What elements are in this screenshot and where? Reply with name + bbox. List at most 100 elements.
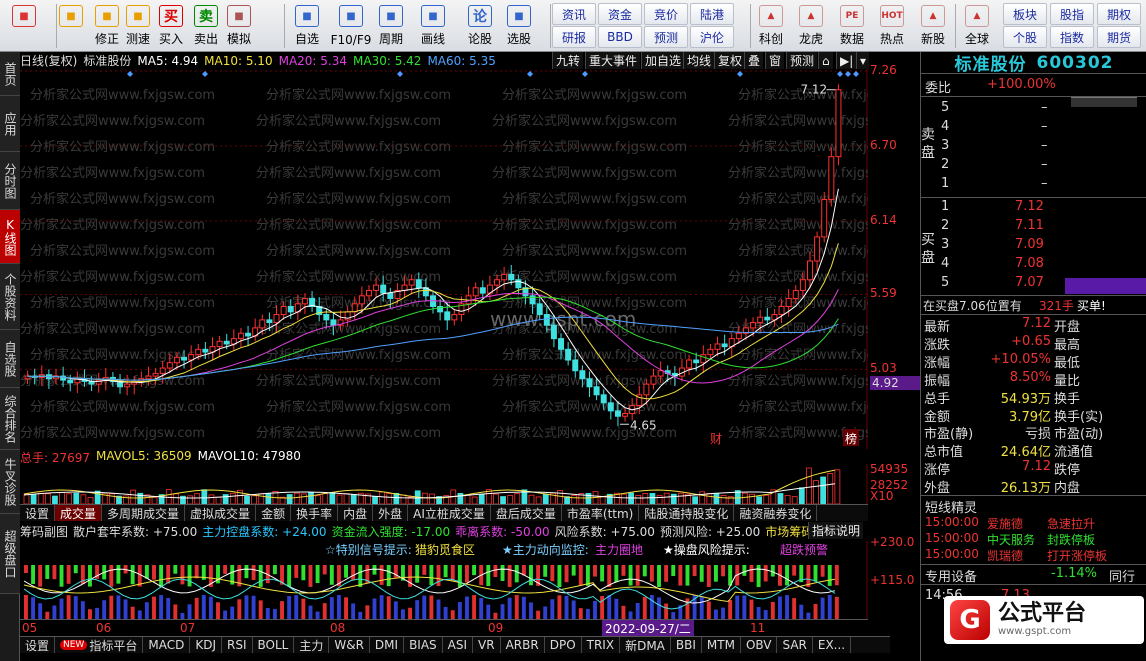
chart-expand-icon[interactable]: ⌂ [818,52,833,69]
left-tab-4[interactable]: 个股资料 [0,264,20,330]
indicator-tab-11[interactable]: VR [473,637,501,653]
toolbar-market-button[interactable]: 板块 [1003,3,1047,25]
toolbar-button-star[interactable]: ■ 自选 [290,2,324,50]
volume-tab-10[interactable]: 市盈率(ttm) [562,505,640,521]
toolbar-small-button[interactable]: 竞价 [644,3,688,25]
left-tab-8[interactable]: 超级盘口 [0,514,20,594]
toolbar-button-stopwatch[interactable]: ■ 测速 [121,2,155,50]
toolbar-market-button[interactable]: 期权 [1097,3,1141,25]
left-tab-1[interactable]: 应用 [0,96,20,152]
toolbar-button-back-arrow[interactable]: ■ [54,2,88,50]
chart-button[interactable]: 九转 [552,52,584,69]
volume-tab-4[interactable]: 金额 [256,505,292,521]
left-tab-6[interactable]: 综合排名 [0,388,20,450]
indicator-tab-1[interactable]: NEW 指标平台 [55,637,144,653]
indicator-tab-19[interactable]: SAR [777,637,813,653]
indicator-tab-14[interactable]: TRIX [582,637,621,653]
volume-tab-9[interactable]: 盘后成交量 [491,505,562,521]
toolbar-small-button[interactable]: 研报 [552,26,596,48]
toolbar-button-gauge[interactable]: ■ 选股 [502,2,536,50]
chart-button[interactable]: 叠 [744,52,764,69]
volume-total: 总手: 27697 [20,451,91,465]
volume-tab-3[interactable]: 虚拟成交量 [185,505,257,521]
chart-button[interactable]: 窗 [765,52,785,69]
volume-chart[interactable] [20,464,868,504]
left-tab-0[interactable]: 首页 [0,52,20,96]
indicator-tab-6[interactable]: 主力 [294,637,330,653]
toolbar-button-hammer[interactable]: ■ 模拟 [222,2,256,50]
toolbar-button-buy[interactable]: 买买入 [154,2,188,50]
toolbar-button-talk[interactable]: 论论股 [463,2,497,50]
volume-tab-1[interactable]: 成交量 [55,505,103,521]
toolbar-button-dragon[interactable]: ▲ 龙虎 [792,2,830,50]
indicator-tab-7[interactable]: W&R [329,637,370,653]
quote-label: 金额 [924,409,951,425]
chart-button[interactable]: 均线 [683,52,715,69]
toolbar-small-button[interactable]: 资讯 [552,3,596,25]
left-tab-2[interactable]: 分时图 [0,152,20,210]
volume-tab-7[interactable]: 外盘 [373,505,409,521]
indicator-tab-9[interactable]: BIAS [404,637,443,653]
volume-tab-12[interactable]: 融资融券变化 [734,505,818,521]
quote-panel: 标准股份 600302 委比 +100.00% 卖盘 5–4–3–2–1– 买盘 1 7.1… [920,52,1146,661]
indicator-tab-0[interactable]: 设置 [20,637,56,653]
volume-tab-5[interactable]: 换手率 [291,505,339,521]
indicator-tab-12[interactable]: ARBR [501,637,545,653]
industry-row[interactable]: 专用设备 -1.14% 同行 [921,566,1146,585]
indicator-tab-20[interactable]: EX... [813,637,852,653]
volume-tab-6[interactable]: 内盘 [338,505,374,521]
quote-label: 涨跌 [924,337,951,353]
short-line-item[interactable]: 15:00:00 凯瑞德 打开涨停板 [921,547,1146,564]
toolbar-small-button[interactable]: BBD [598,26,642,48]
toolbar-market-button[interactable]: 个股 [1003,26,1047,48]
period-label[interactable]: 日线(复权) [20,52,77,69]
volume-tab-2[interactable]: 多周期成交量 [102,505,186,521]
toolbar-market-button[interactable]: 期货 [1097,26,1141,48]
indicator-tab-15[interactable]: 新DMA [620,637,671,653]
indicator-tab-16[interactable]: BBI [671,637,702,653]
toolbar-button-grid[interactable]: ■ [4,2,44,50]
chart-button[interactable]: 加自选 [641,52,685,69]
indicator-tab-3[interactable]: KDJ [190,637,222,653]
indicator-explain-button[interactable]: 指标说明 [808,522,864,539]
indicator-tab-13[interactable]: DPO [545,637,582,653]
indicator-tab-10[interactable]: ASI [443,637,474,653]
left-tab-3[interactable]: K线图 [0,210,20,264]
short-line-item[interactable]: 15:00:00 中天服务 封跌停板 [921,531,1146,548]
toolbar-button-pe[interactable]: PE 数据 [833,2,871,50]
chart-dropdown-icon[interactable]: ▾ [856,52,870,69]
toolbar-small-button[interactable]: 预测 [644,26,688,48]
indicator-tab-18[interactable]: OBV [741,637,778,653]
kline-chart[interactable]: 分析家公式网www.fxjgsw.com 分析家公式网www.fxjgsw.com… [20,69,868,449]
toolbar-button-sell[interactable]: 卖卖出 [189,2,223,50]
left-tab-5[interactable]: 自选股 [0,330,20,388]
indicator-tab-2[interactable]: MACD [143,637,191,653]
volume-tab-11[interactable]: 陆股通持股变化 [639,505,735,521]
toolbar-button-pencil[interactable]: ■ 画线 [416,2,450,50]
chart-button[interactable]: 预测 [786,52,818,69]
chart-button[interactable]: 复权 [714,52,746,69]
indicator-tab-5[interactable]: BOLL [253,637,295,653]
toolbar-small-button[interactable]: 资金 [598,3,642,25]
toolbar-market-button[interactable]: 指数 [1050,26,1094,48]
toolbar-small-button[interactable]: 陆港 [690,3,734,25]
chip-indicator-chart[interactable]: ☆特别信号提示: 猎豹觅食区 ★主力动向监控: 主力圈地 ★操盘风险提示: 超跌预警 [20,541,868,619]
volume-tab-8[interactable]: AI立桩成交量 [408,505,491,521]
chart-next-icon[interactable]: ▶| [836,52,857,69]
indicator-tab-4[interactable]: RSI [222,637,253,653]
toolbar-button-newstock[interactable]: ▲ 新股 [914,2,952,50]
indicator-tab-8[interactable]: DMI [370,637,405,653]
indicator-tab-17[interactable]: MTM [702,637,741,653]
toolbar-market-button[interactable]: 股指 [1050,3,1094,25]
toolbar-button-globe[interactable]: ▲ 全球 [958,2,996,50]
chart-button[interactable]: 重大事件 [585,52,641,69]
left-tab-7[interactable]: 牛叉诊股 [0,450,20,514]
short-line-item[interactable]: 15:00:00 爱施德 急速拉升 [921,515,1146,532]
toolbar-small-button[interactable]: 沪伦 [690,26,734,48]
toolbar-button-window[interactable]: ■ F10/F9 [331,2,371,50]
volume-tab-0[interactable]: 设置 [20,505,56,521]
toolbar-button-hot[interactable]: HOT 热点 [873,2,911,50]
toolbar-button-clock[interactable]: ■ 周期 [374,2,408,50]
toolbar-button-arrows[interactable]: ■ 修正 [90,2,124,50]
toolbar-button-chart[interactable]: ▲ 科创 [752,2,790,50]
